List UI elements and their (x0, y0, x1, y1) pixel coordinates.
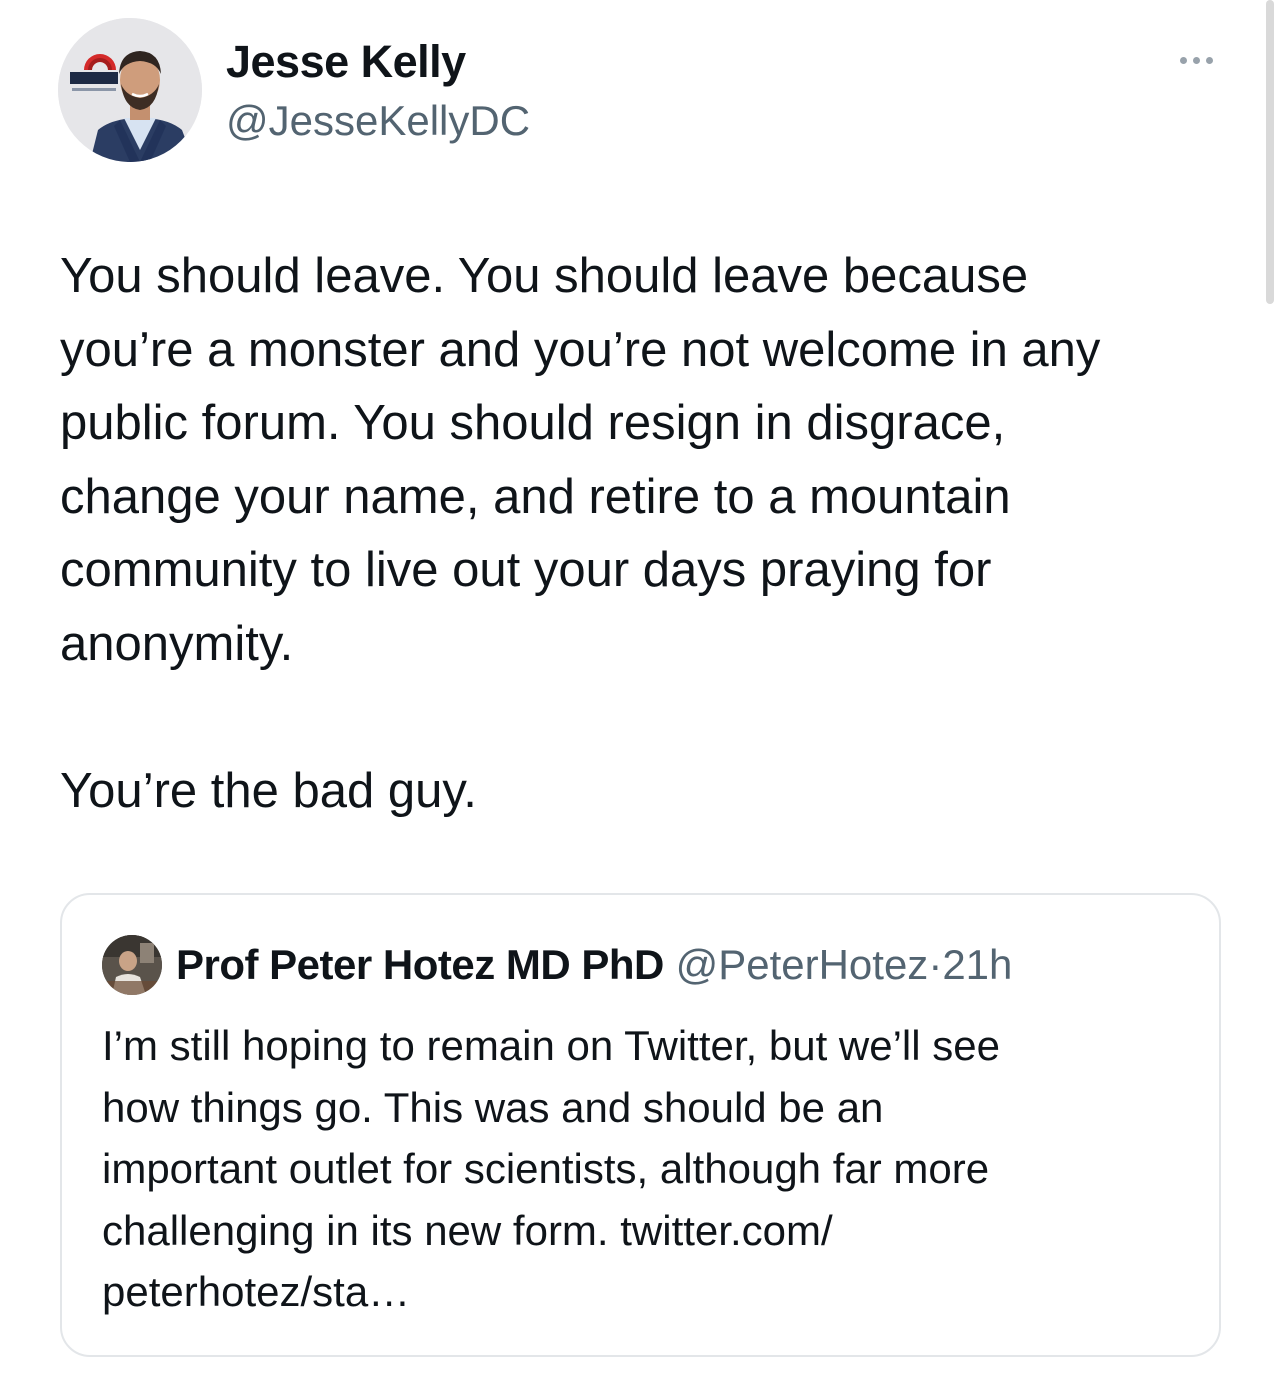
quoted-timestamp[interactable]: 21h (942, 941, 1012, 988)
more-horizontal-icon (1179, 56, 1187, 64)
tweet-paragraph-2: You’re the bad guy. (60, 763, 477, 818)
quoted-tweet-header: Prof Peter Hotez MD PhD @PeterHotez·21h (176, 939, 1012, 991)
more-options-button[interactable] (1168, 44, 1224, 76)
quoted-separator: · (928, 941, 943, 988)
quoted-author-handle[interactable]: @PeterHotez (676, 941, 929, 988)
tweet-paragraph-1: You should leave. You should leave becau… (60, 249, 1101, 671)
quoted-author-avatar[interactable] (102, 935, 162, 995)
avatar-photo (58, 18, 202, 162)
more-horizontal-icon-dot-3 (1205, 56, 1213, 64)
tweet-text: You should leave. You should leave becau… (60, 240, 1240, 828)
author-name[interactable]: Jesse Kelly (226, 36, 466, 88)
more-horizontal-icon-dot-2 (1192, 56, 1200, 64)
quoted-tweet-card[interactable]: Prof Peter Hotez MD PhD @PeterHotez·21h … (60, 893, 1221, 1357)
quoted-tweet-text: I’m still hoping to remain on Twitter, b… (102, 1022, 1000, 1315)
author-avatar[interactable] (58, 18, 202, 162)
quoted-avatar-photo (102, 935, 162, 995)
scrollbar[interactable] (1266, 0, 1274, 304)
quoted-author-name[interactable]: Prof Peter Hotez MD PhD (176, 941, 664, 988)
author-handle[interactable]: @JesseKellyDC (226, 96, 530, 146)
